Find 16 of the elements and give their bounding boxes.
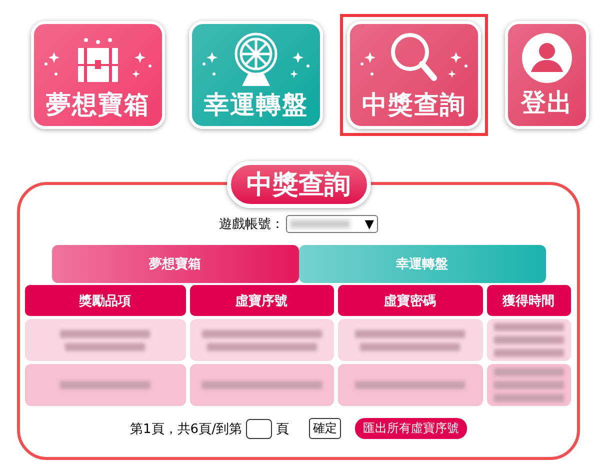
column-header: 虛寶序號: [190, 285, 334, 316]
column-header: 虛寶密碼: [338, 285, 482, 316]
export-button[interactable]: 匯出所有虛寶序號: [354, 418, 467, 439]
menu-tile[interactable]: 登出: [505, 21, 589, 129]
account-select[interactable]: ▼: [286, 215, 378, 233]
column-header: 獲得時間: [486, 285, 570, 316]
column-header: 獎勵品項: [24, 285, 186, 316]
menu-tile[interactable]: 夢想寶箱: [31, 21, 165, 129]
account-label: 遊戲帳號：: [219, 216, 284, 233]
menu-tile[interactable]: 中獎查詢: [347, 21, 481, 129]
menu-tile[interactable]: 幸運轉盤: [189, 21, 323, 129]
confirm-button[interactable]: 確定: [308, 418, 341, 439]
page-suffix: 頁: [276, 420, 289, 438]
tab[interactable]: 幸運轉盤: [298, 245, 546, 283]
tab[interactable]: 夢想寶箱: [52, 245, 298, 283]
page-info: 第1頁，共6頁/到第: [130, 420, 242, 438]
